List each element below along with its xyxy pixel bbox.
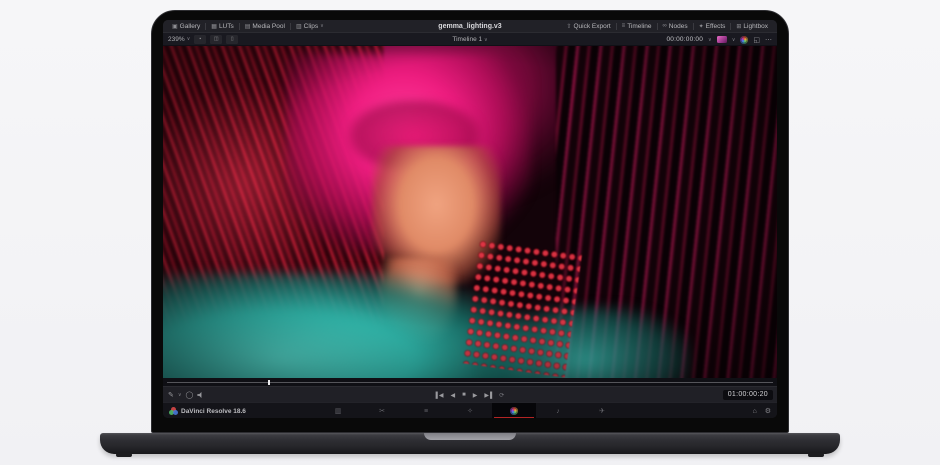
- play-button[interactable]: ▶: [473, 392, 477, 399]
- playhead[interactable]: [268, 380, 270, 385]
- scrub-track: [167, 382, 773, 383]
- macbook-foot-left: [116, 453, 132, 457]
- davinci-resolve-window: gemma_lighting.v3 ▣ Gallery ▦ LUTs ▤ Med…: [163, 20, 777, 418]
- tab-deliver[interactable]: ✈: [580, 403, 624, 418]
- timeline-icon: ≡: [622, 23, 626, 29]
- quick-export-button[interactable]: ⇧ Quick Export: [561, 20, 615, 33]
- tab-media[interactable]: ▥: [316, 403, 360, 418]
- clips-label: Clips: [304, 23, 318, 30]
- quick-export-icon: ⇧: [566, 23, 571, 30]
- page-navigation-bar: DaVinci Resolve 18.6 ▥ ✂ ≡ ✧: [163, 402, 777, 418]
- timeline-scrub-bar[interactable]: [163, 378, 777, 386]
- chevron-down-icon: ∨: [187, 36, 191, 42]
- top-toolbar: gemma_lighting.v3 ▣ Gallery ▦ LUTs ▤ Med…: [163, 20, 777, 33]
- gallery-icon: ▣: [172, 23, 178, 30]
- color-page-icon: [510, 407, 518, 415]
- tab-fusion[interactable]: ✧: [448, 403, 492, 418]
- effects-icon: ✦: [699, 23, 704, 30]
- media-pool-button[interactable]: ▤ Media Pool: [240, 20, 290, 33]
- effects-label: Effects: [706, 23, 726, 30]
- lightbox-button[interactable]: ⊞ Lightbox: [731, 20, 773, 33]
- timeline-name: Timeline 1: [452, 36, 482, 43]
- viewer-zoom-dropdown[interactable]: 239% ∨: [168, 36, 190, 43]
- clips-button[interactable]: ▥ Clips ∨: [291, 20, 329, 33]
- nodes-button[interactable]: ∞ Nodes: [658, 20, 693, 33]
- toolbar-right-group: ⇧ Quick Export ≡ Timeline ∞ Nodes ✦ Effe…: [561, 20, 773, 32]
- quick-export-label: Quick Export: [573, 23, 610, 30]
- apple-macbook-marketing-shot: gemma_lighting.v3 ▣ Gallery ▦ LUTs ▤ Med…: [0, 0, 940, 465]
- timeline-button[interactable]: ≡ Timeline: [617, 20, 657, 33]
- gallery-still-icon[interactable]: [717, 36, 727, 43]
- viewer-header: Timeline 1 ∨ 239% ∨ ▪ ◫ ▯ 00:00:00:00 ∨ …: [163, 33, 777, 46]
- transport-controls: ▌◀ ◀ ■ ▶ ▶▐ ⟳: [163, 387, 777, 403]
- gear-icon[interactable]: ⚙: [765, 407, 771, 415]
- home-icon[interactable]: ⌂: [752, 408, 756, 415]
- skip-to-end-button[interactable]: ▶▐: [484, 392, 491, 399]
- viewer-image: [163, 46, 777, 378]
- app-version-label: DaVinci Resolve 18.6: [181, 408, 246, 415]
- nodes-icon: ∞: [663, 23, 667, 29]
- master-timecode[interactable]: 01:00:00:20: [723, 390, 773, 400]
- chevron-down-icon: ∨: [708, 37, 712, 43]
- photo-layer: [163, 46, 777, 378]
- chevron-down-icon: ∨: [484, 37, 488, 43]
- timeline-label: Timeline: [627, 23, 651, 30]
- tab-cut[interactable]: ✂: [360, 403, 404, 418]
- viewer-header-right: 00:00:00:00 ∨ ∨ ◱ ⋯: [666, 33, 772, 46]
- media-pool-icon: ▤: [245, 23, 251, 30]
- active-tab-underline: [494, 417, 534, 418]
- davinci-resolve-logo-icon: [169, 407, 178, 415]
- tab-edit[interactable]: ≡: [404, 403, 448, 418]
- transport-bar: ✎ ∨ ◯ ▌◀ ◀ ■ ▶ ▶▐ ⟳ 01:00:00:20: [163, 386, 777, 402]
- media-pool-label: Media Pool: [252, 23, 285, 30]
- color-grade-icon[interactable]: [740, 36, 748, 44]
- chevron-down-icon: ∨: [320, 23, 324, 29]
- chevron-down-icon: ∨: [732, 37, 736, 43]
- luts-icon: ▦: [211, 23, 217, 30]
- tab-fairlight[interactable]: ♪: [536, 403, 580, 418]
- skip-to-start-button[interactable]: ▌◀: [436, 392, 443, 399]
- macbook-foot-right: [808, 453, 824, 457]
- app-brand: DaVinci Resolve 18.6: [169, 403, 246, 418]
- lid-opening-notch: [424, 433, 516, 440]
- fusion-page-icon: ✧: [467, 407, 473, 415]
- macbook-base: [100, 433, 840, 454]
- luts-label: LUTs: [219, 23, 234, 30]
- edit-page-icon: ≡: [424, 408, 428, 415]
- nodes-label: Nodes: [669, 23, 688, 30]
- gallery-button[interactable]: ▣ Gallery: [167, 20, 205, 33]
- clips-icon: ▥: [296, 23, 302, 30]
- fairlight-page-icon: ♪: [556, 408, 560, 415]
- tab-color-active[interactable]: [492, 403, 536, 418]
- lightbox-icon: ⊞: [736, 23, 741, 30]
- viewer-zoom-value: 239%: [168, 36, 185, 43]
- luts-button[interactable]: ▦ LUTs: [206, 20, 238, 33]
- play-reverse-button[interactable]: ◀: [451, 392, 455, 399]
- deliver-page-icon: ✈: [599, 407, 605, 415]
- cut-page-icon: ✂: [379, 407, 385, 415]
- effects-button[interactable]: ✦ Effects: [694, 20, 731, 33]
- statusbar-right: ⌂ ⚙: [752, 403, 771, 418]
- lightbox-label: Lightbox: [743, 23, 768, 30]
- expand-viewer-icon[interactable]: ◱: [753, 36, 760, 44]
- stop-button[interactable]: ■: [462, 392, 465, 398]
- viewer-options-menu-icon[interactable]: ⋯: [765, 36, 772, 44]
- gallery-label: Gallery: [180, 23, 201, 30]
- viewer-timecode[interactable]: 00:00:00:00: [666, 36, 703, 43]
- loop-button[interactable]: ⟳: [499, 392, 504, 399]
- toolbar-left-group: ▣ Gallery ▦ LUTs ▤ Media Pool ▥ Clips ∨: [167, 20, 329, 32]
- page-tabs: ▥ ✂ ≡ ✧ ♪ ✈: [316, 403, 624, 418]
- media-page-icon: ▥: [335, 407, 342, 415]
